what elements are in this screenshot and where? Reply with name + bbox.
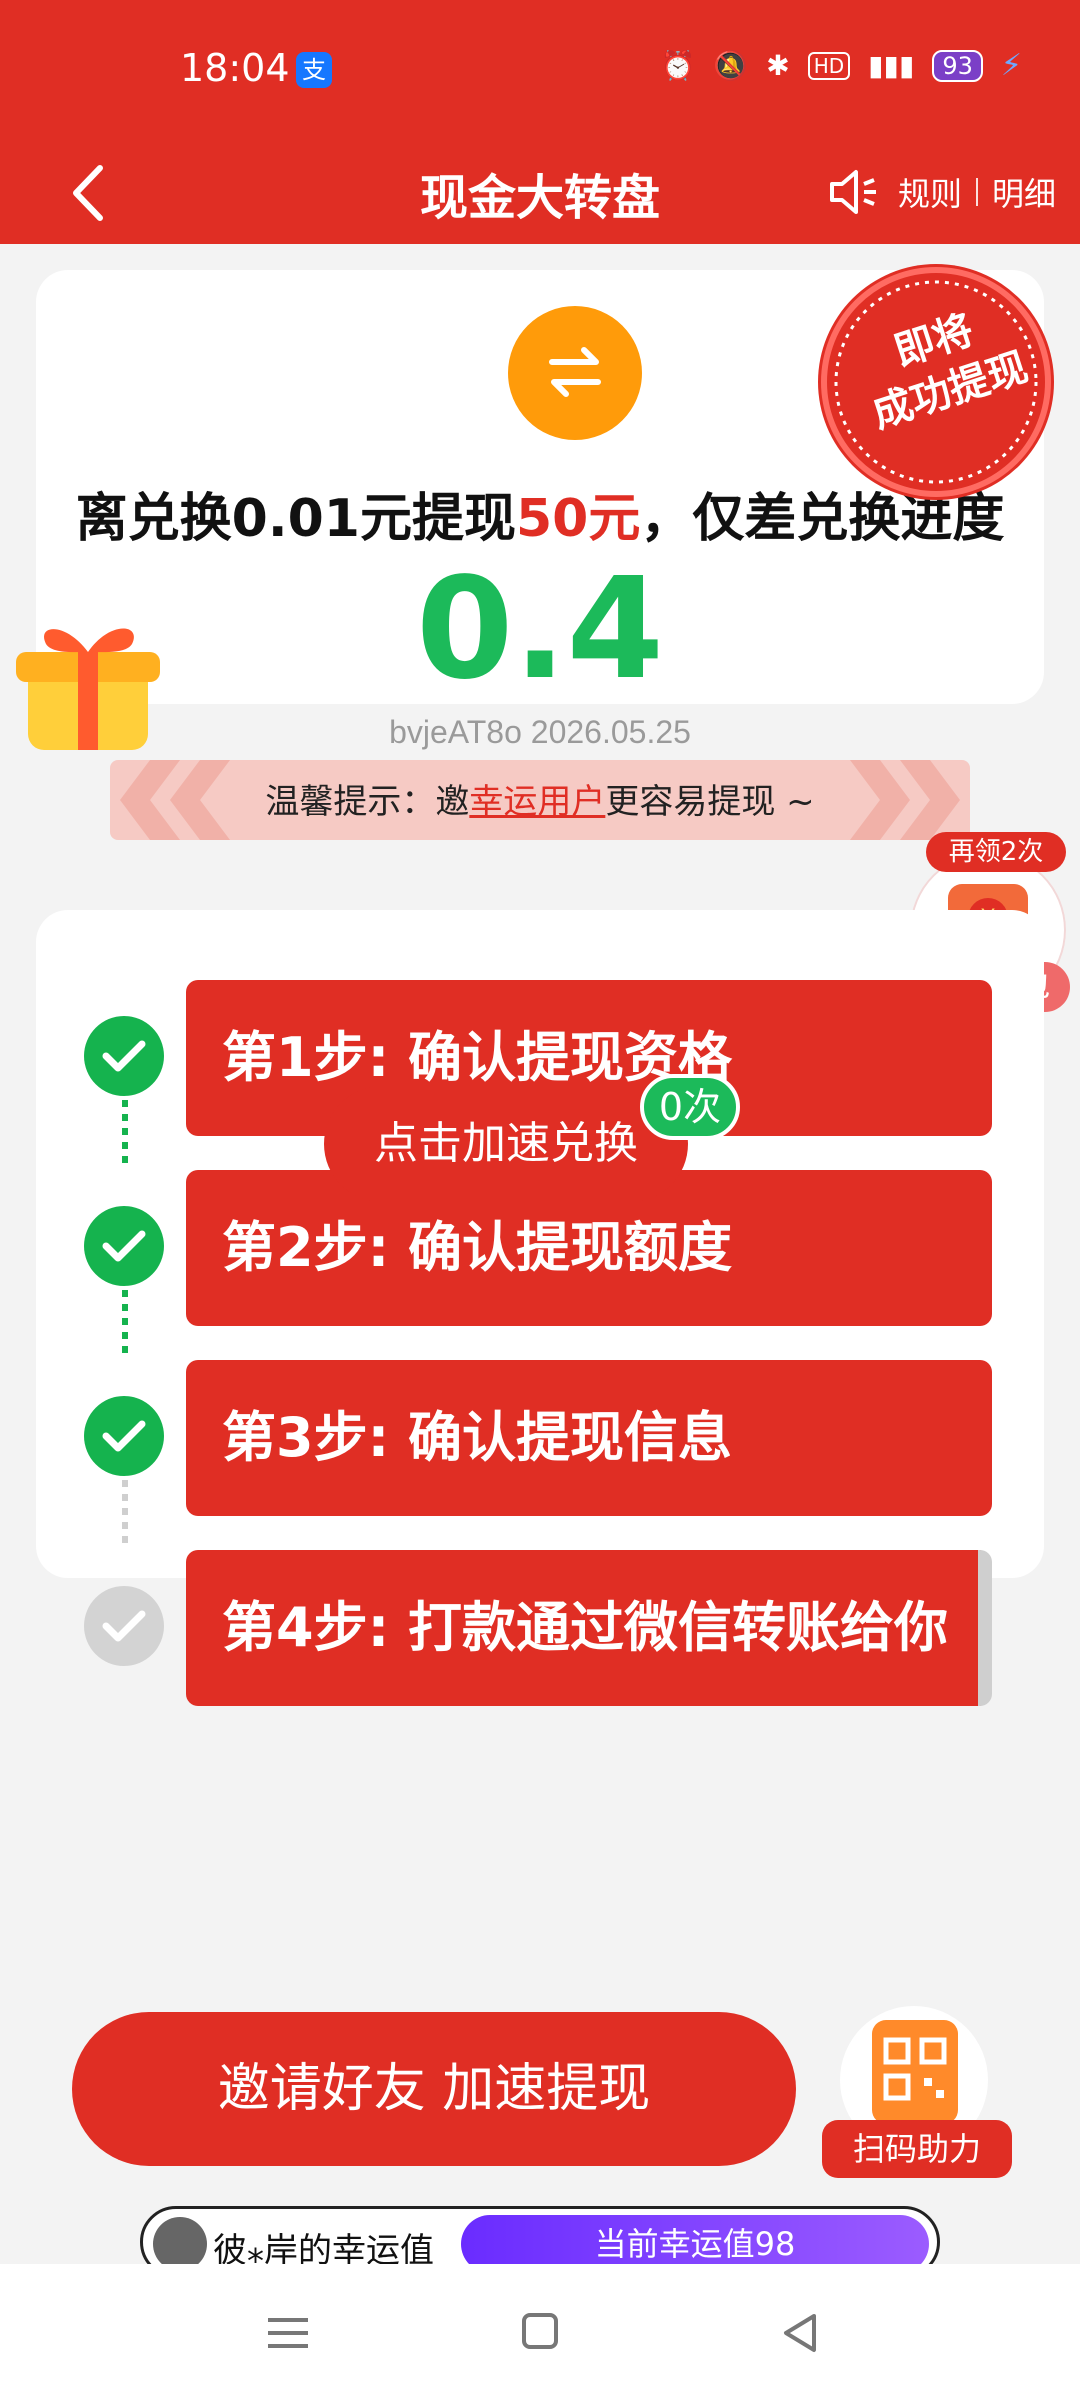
details-link[interactable]: 明细: [992, 169, 1056, 215]
step-row: 第4步: 打款通过微信转账给你: [36, 1550, 1044, 1706]
check-icon: [84, 1206, 164, 1286]
lucky-user-link[interactable]: 幸运用户: [469, 782, 605, 822]
step-3-button[interactable]: 第3步: 确认提现信息: [186, 1360, 992, 1516]
status-time: 18:04: [180, 46, 290, 90]
back-button[interactable]: [60, 158, 120, 228]
main-content: 离兑换0.01元提现50元，仅差兑换进度 0.4 即将 成功提现 bvjeAT8…: [0, 244, 1080, 2264]
mute-icon: 🔕: [713, 49, 749, 82]
signal-icon: ▮▮▮: [868, 49, 915, 82]
progress-amount: 50元: [515, 489, 641, 549]
watermark: bvjeAT8o 2026.05.25: [389, 714, 691, 750]
charging-icon: ⚡: [1000, 48, 1022, 83]
step-connector: [122, 1290, 128, 1360]
battery-indicator: 93: [932, 49, 983, 82]
hd-icon: HD: [807, 51, 851, 80]
accelerate-count-badge: 0次: [640, 1074, 740, 1140]
home-icon[interactable]: [510, 2308, 570, 2358]
scan-assist-button[interactable]: 扫码助力: [822, 2006, 1012, 2196]
check-icon: [84, 1586, 164, 1666]
check-icon: [84, 1016, 164, 1096]
check-icon: [84, 1396, 164, 1476]
step-connector: [122, 1100, 128, 1170]
chevron-left-icon: [73, 165, 103, 221]
menu-icon[interactable]: [258, 2308, 318, 2358]
alarm-icon: ⏰: [660, 49, 696, 82]
title-actions: 规则 明细: [826, 166, 1056, 218]
status-icons: ⏰ 🔕 ✱ HD ▮▮▮ 93 ⚡: [660, 48, 1022, 83]
progress-prefix: 离兑换0.01元提现: [75, 489, 516, 549]
steps-card: 第1步: 确认提现资格 第2步: 确认提现额度 第3步: 确认提现信息 第4步:…: [36, 910, 1044, 1706]
step-connector: [122, 1480, 128, 1550]
progress-card: 离兑换0.01元提现50元，仅差兑换进度 0.4 即将 成功提现: [36, 264, 1054, 711]
invite-friends-button[interactable]: 邀请好友 加速提现: [72, 2012, 796, 2166]
sound-icon[interactable]: [826, 166, 884, 218]
system-navigation-bar: [0, 2264, 1080, 2400]
title-bar: 现金大转盘 规则 明细: [0, 140, 1080, 244]
back-triangle-icon[interactable]: [770, 2308, 830, 2358]
status-bar: 18:04 支 ⏰ 🔕 ✱ HD ▮▮▮ 93 ⚡: [0, 0, 1080, 140]
success-stamp: 即将 成功提现: [806, 252, 1066, 512]
scan-label: 扫码助力: [822, 2120, 1012, 2178]
bluetooth-icon: ✱: [766, 49, 790, 82]
qr-code-icon: [872, 2020, 958, 2124]
tip-prefix: 温馨提示：邀: [265, 782, 470, 822]
step-4-button[interactable]: 第4步: 打款通过微信转账给你: [186, 1550, 992, 1706]
rules-link[interactable]: 规则: [898, 169, 962, 215]
redpack-top-badge: 再领2次: [926, 832, 1066, 872]
tip-text: 温馨提示：邀幸运用户更容易提现 ~: [110, 774, 970, 823]
tip-banner: 温馨提示：邀幸运用户更容易提现 ~: [110, 760, 970, 840]
progress-value: 0.4: [415, 548, 664, 711]
accelerate-exchange-button[interactable]: 点击加速兑换: [324, 1086, 688, 1202]
avatar: [153, 2217, 207, 2271]
alipay-app-icon: 支: [296, 52, 332, 88]
tip-suffix: 更容易提现 ~: [605, 782, 815, 822]
exchange-icon: [508, 306, 642, 440]
step-row: 第3步: 确认提现信息: [36, 1360, 1044, 1516]
divider: [975, 178, 978, 206]
